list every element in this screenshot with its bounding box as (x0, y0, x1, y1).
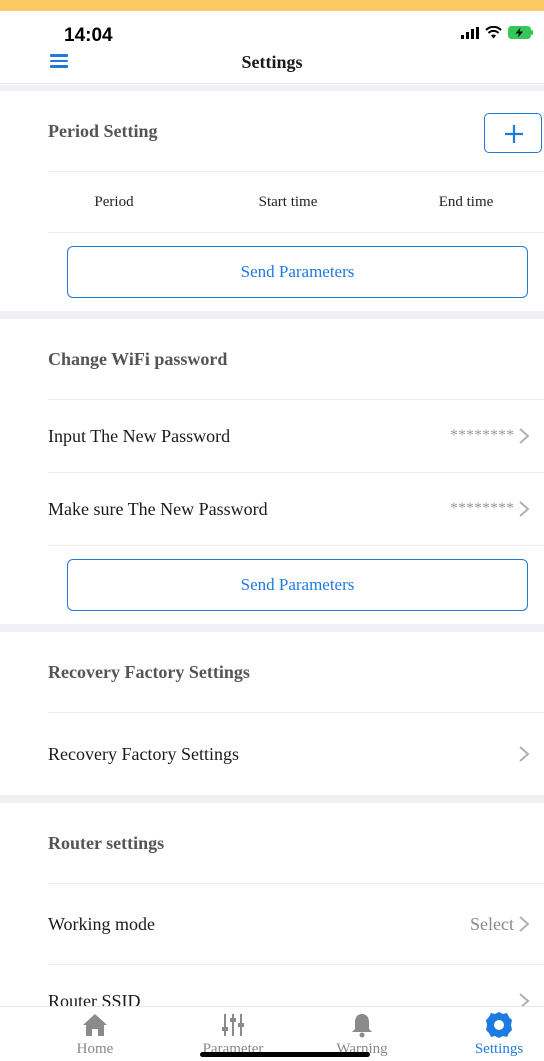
section-gap (0, 795, 544, 803)
home-indicator (200, 1052, 370, 1057)
wifi-password-heading: Change WiFi password (0, 319, 544, 399)
chevron-right-icon (519, 916, 530, 932)
working-mode-label: Working mode (48, 913, 156, 934)
column-period: Period (94, 193, 134, 210)
gear-icon (486, 1012, 512, 1038)
chevron-right-icon (519, 501, 530, 517)
column-start-time: Start time (258, 193, 318, 210)
confirm-password-mask: ******** (450, 500, 514, 517)
tab-home[interactable]: Home (45, 1007, 145, 1061)
sliders-icon (222, 1014, 244, 1036)
factory-title: Recovery Factory Settings (48, 661, 250, 682)
tab-settings-label: Settings (474, 1041, 524, 1057)
plus-icon (505, 125, 523, 143)
status-strip (0, 0, 544, 11)
signal-icon (461, 27, 479, 39)
wifi-send-parameters-button[interactable]: Send Parameters (67, 559, 528, 611)
section-gap (0, 311, 544, 319)
period-setting-heading: Period Setting (0, 91, 544, 171)
status-bar: 14:04 (0, 11, 544, 47)
confirm-password-row[interactable]: Make sure The New Password ******** (0, 473, 544, 545)
factory-reset-row[interactable]: Recovery Factory Settings (0, 713, 544, 795)
period-send-wrap: Send Parameters (0, 233, 544, 311)
wifi-send-wrap: Send Parameters (0, 546, 544, 624)
settings-content: Period Setting Period Start time End tim… (0, 85, 544, 1037)
period-send-parameters-button[interactable]: Send Parameters (67, 246, 528, 298)
section-gap (0, 624, 544, 632)
chevron-right-icon (519, 746, 530, 762)
factory-reset-value (518, 713, 530, 795)
working-mode-value: Select (470, 884, 530, 964)
home-icon (83, 1014, 107, 1036)
tab-home-label: Home (76, 1041, 114, 1057)
working-mode-select: Select (470, 913, 514, 934)
confirm-password-value: ******** (450, 473, 530, 545)
column-end-time: End time (438, 193, 494, 210)
new-password-mask: ******** (450, 427, 514, 444)
confirm-password-label: Make sure The New Password (48, 498, 268, 519)
working-mode-row[interactable]: Working mode Select (0, 884, 544, 964)
chevron-right-icon (519, 428, 530, 444)
page-title: Settings (241, 52, 303, 72)
bell-icon (352, 1014, 372, 1038)
wifi-icon (485, 26, 502, 39)
router-heading: Router settings (0, 803, 544, 883)
status-icons (461, 26, 534, 39)
factory-reset-label: Recovery Factory Settings (48, 743, 239, 764)
add-period-button[interactable] (484, 113, 542, 153)
wifi-password-title: Change WiFi password (48, 348, 228, 369)
new-password-label: Input The New Password (48, 425, 231, 446)
period-setting-title: Period Setting (48, 120, 158, 141)
new-password-value: ******** (450, 400, 530, 472)
battery-charging-icon (508, 26, 533, 39)
nav-bar: Settings (0, 44, 544, 84)
new-password-row[interactable]: Input The New Password ******** (0, 400, 544, 472)
factory-heading: Recovery Factory Settings (0, 632, 544, 712)
router-title: Router settings (48, 832, 165, 853)
tab-settings[interactable]: Settings (449, 1007, 544, 1061)
period-table-header: Period Start time End time (0, 172, 544, 232)
